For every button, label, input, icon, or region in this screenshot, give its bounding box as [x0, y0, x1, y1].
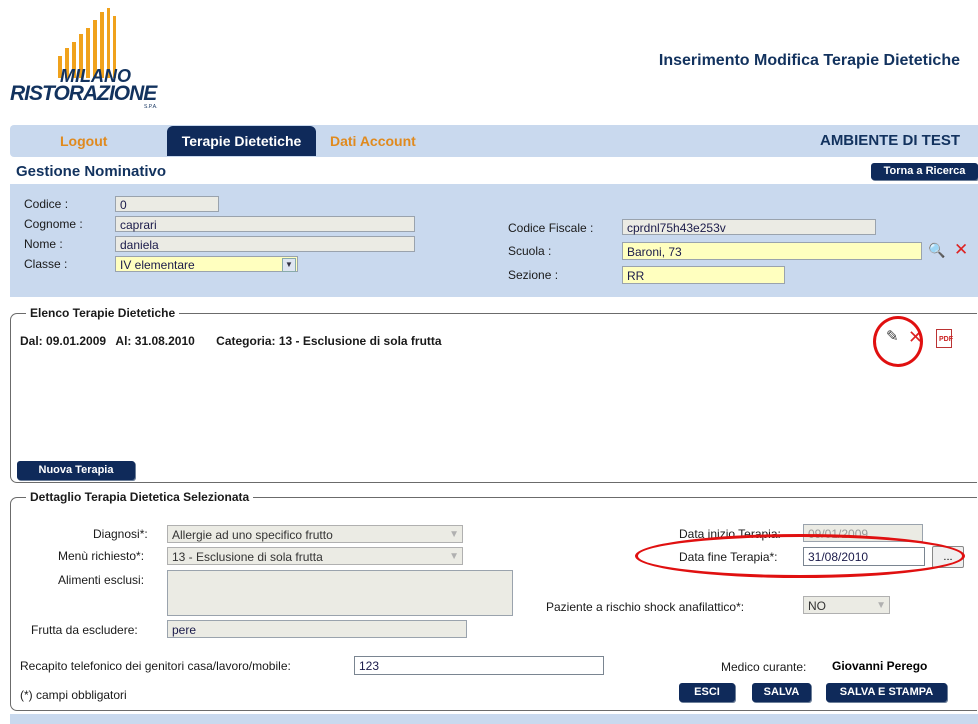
footer-strip — [10, 714, 978, 724]
al-label: Al: — [115, 334, 132, 348]
codice-field[interactable]: 0 — [115, 196, 219, 212]
categoria-label: Categoria: — [216, 334, 276, 348]
esci-button[interactable]: ESCI — [679, 683, 735, 702]
sezione-field[interactable]: RR — [622, 266, 785, 284]
shock-value: NO — [808, 599, 826, 613]
salva-e-stampa-button[interactable]: SALVA E STAMPA — [826, 683, 947, 702]
chevron-down-icon[interactable]: ▼ — [282, 258, 296, 272]
sezione-label: Sezione : — [508, 268, 559, 282]
diagnosi-select[interactable]: Allergie ad uno specifico frutto ▼ — [167, 525, 463, 543]
dal-value: 09.01.2009 — [46, 334, 107, 348]
menu-richiesto-value: 13 - Esclusione di sola frutta — [172, 550, 323, 564]
gestione-panel: Codice : 0 Cognome : caprari Nome : dani… — [10, 184, 978, 297]
clear-icon[interactable]: ✕ — [954, 240, 968, 260]
categoria-value: 13 - Esclusione di sola frutta — [278, 334, 442, 348]
search-icon[interactable]: 🔍 — [928, 242, 945, 259]
frutta-escludere-field[interactable]: pere — [167, 620, 467, 638]
nuova-terapia-button[interactable]: Nuova Terapia — [17, 461, 135, 480]
codice-label: Codice : — [24, 197, 69, 211]
codice-fiscale-label: Codice Fiscale : — [508, 221, 594, 235]
medico-label: Medico curante: — [721, 660, 807, 674]
dal-label: Dal: — [20, 334, 43, 348]
menu-richiesto-select[interactable]: 13 - Esclusione di sola frutta ▼ — [167, 547, 463, 565]
chevron-down-icon: ▼ — [449, 529, 459, 540]
frutta-escludere-label: Frutta da escludere: — [31, 623, 138, 637]
dati-account-link[interactable]: Dati Account — [330, 133, 416, 149]
logout-link[interactable]: Logout — [60, 133, 107, 149]
diagnosi-label: Diagnosi*: — [93, 527, 148, 541]
chevron-down-icon: ▼ — [876, 600, 886, 611]
milano-ristorazione-logo: MILANO RISTORAZIONE S.P.A. — [10, 6, 170, 118]
al-value: 31.08.2010 — [134, 334, 195, 348]
salva-button[interactable]: SALVA — [752, 683, 811, 702]
tab-terapie-dietetiche[interactable]: Terapie Dietetiche — [167, 126, 316, 156]
alimenti-esclusi-textarea[interactable] — [167, 570, 513, 616]
torna-a-ricerca-button[interactable]: Torna a Ricerca — [871, 163, 978, 180]
logo-line-3: S.P.A. — [144, 104, 158, 110]
classe-select[interactable]: IV elementare ▼ — [115, 256, 298, 272]
alimenti-esclusi-label: Alimenti esclusi: — [58, 573, 145, 587]
cognome-field[interactable]: caprari — [115, 216, 415, 232]
codice-fiscale-field[interactable]: cprdnl75h43e253v — [622, 219, 876, 235]
scuola-field[interactable]: Baroni, 73 — [622, 242, 922, 260]
chevron-down-icon: ▼ — [449, 551, 459, 562]
highlight-ellipse — [635, 534, 965, 578]
scuola-label: Scuola : — [508, 244, 552, 258]
elenco-terapie-legend: Elenco Terapie Dietetiche — [26, 306, 180, 320]
logo-line-2: RISTORAZIONE — [10, 82, 157, 105]
shock-label: Paziente a rischio shock anafilattico*: — [546, 600, 745, 614]
environment-label: AMBIENTE DI TEST — [819, 132, 960, 149]
classe-label: Classe : — [24, 257, 68, 271]
dettaglio-terapia-legend: Dettaglio Terapia Dietetica Selezionata — [26, 490, 254, 504]
gestione-nominativo-title: Gestione Nominativo — [16, 163, 167, 180]
medico-value: Giovanni Perego — [832, 659, 928, 673]
page-title: Inserimento Modifica Terapie Dietetiche — [658, 52, 960, 69]
classe-value: IV elementare — [120, 258, 195, 272]
menu-richiesto-label: Menù richiesto*: — [58, 549, 145, 563]
cognome-label: Cognome : — [24, 217, 83, 231]
nome-label: Nome : — [24, 237, 63, 251]
shock-select[interactable]: NO ▼ — [803, 596, 890, 614]
highlight-circle — [873, 316, 923, 367]
nome-field[interactable]: daniela — [115, 236, 415, 252]
top-navbar: Logout Terapie Dietetiche Dati Account A… — [10, 125, 978, 157]
pdf-icon[interactable]: PDF — [936, 329, 953, 348]
diagnosi-value: Allergie ad uno specifico frutto — [172, 528, 333, 542]
recapito-field[interactable]: 123 — [354, 656, 604, 675]
terapia-row[interactable]: Dal: 09.01.2009 Al: 31.08.2010 Categoria… — [20, 334, 442, 348]
campi-obbligatori-note: (*) campi obbligatori — [20, 688, 127, 702]
recapito-label: Recapito telefonico dei genitori casa/la… — [20, 659, 291, 673]
